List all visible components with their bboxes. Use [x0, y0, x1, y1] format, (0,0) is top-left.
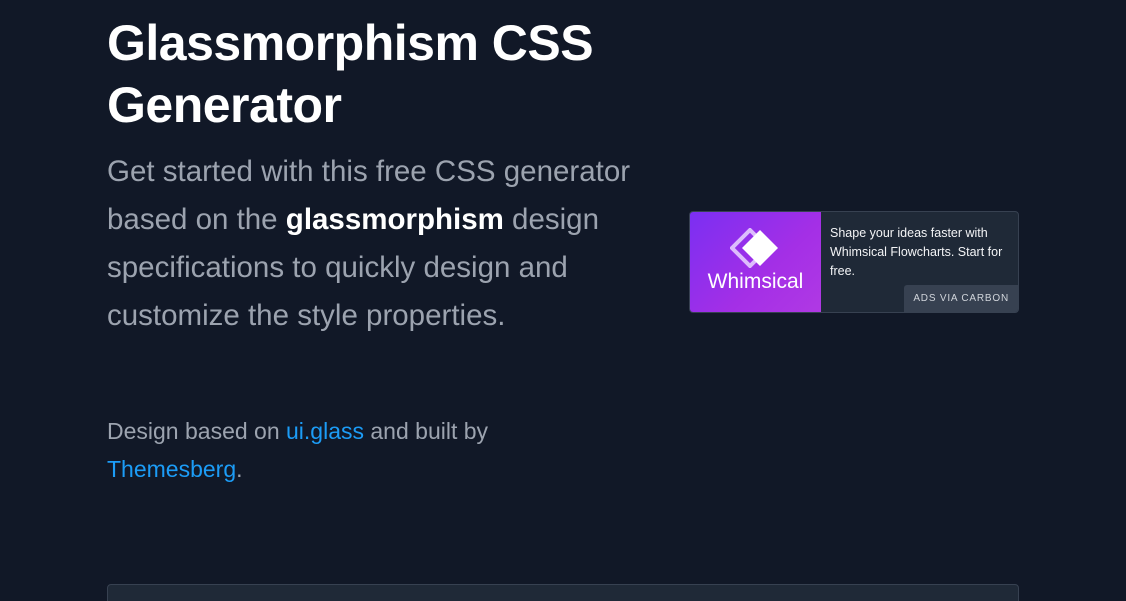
ad-text-block: Shape your ideas faster with Whimsical F… — [821, 212, 1018, 312]
page: Glassmorphism CSS Generator Get started … — [0, 0, 1126, 601]
themesberg-link[interactable]: Themesberg — [107, 456, 236, 482]
generator-panel — [107, 584, 1019, 601]
page-title: Glassmorphism CSS Generator — [107, 12, 667, 136]
carbon-ad[interactable]: Whimsical Shape your ideas faster with W… — [689, 211, 1019, 313]
ad-image[interactable]: Whimsical — [690, 212, 821, 312]
page-title-line1: Glassmorphism CSS — [107, 15, 594, 71]
hero-subtitle-strong: glassmorphism — [285, 203, 504, 236]
credit-middle: and built by — [370, 418, 489, 444]
ui-glass-link[interactable]: ui.glass — [286, 418, 364, 444]
hero-subtitle: Get started with this free CSS generator… — [107, 148, 637, 340]
ads-via-carbon-link[interactable]: ADS VIA CARBON — [904, 285, 1018, 312]
ad-brand: Whimsical — [707, 270, 804, 293]
ad-text-link[interactable]: Shape your ideas faster with Whimsical F… — [830, 226, 1002, 278]
page-title-line2: Generator — [107, 77, 342, 133]
credit-text: Design based on ui.glass and built by Th… — [107, 412, 567, 488]
whimsical-logo-icon — [730, 228, 778, 268]
credit-prefix: Design based on — [107, 418, 280, 444]
credit-suffix: . — [236, 456, 243, 482]
